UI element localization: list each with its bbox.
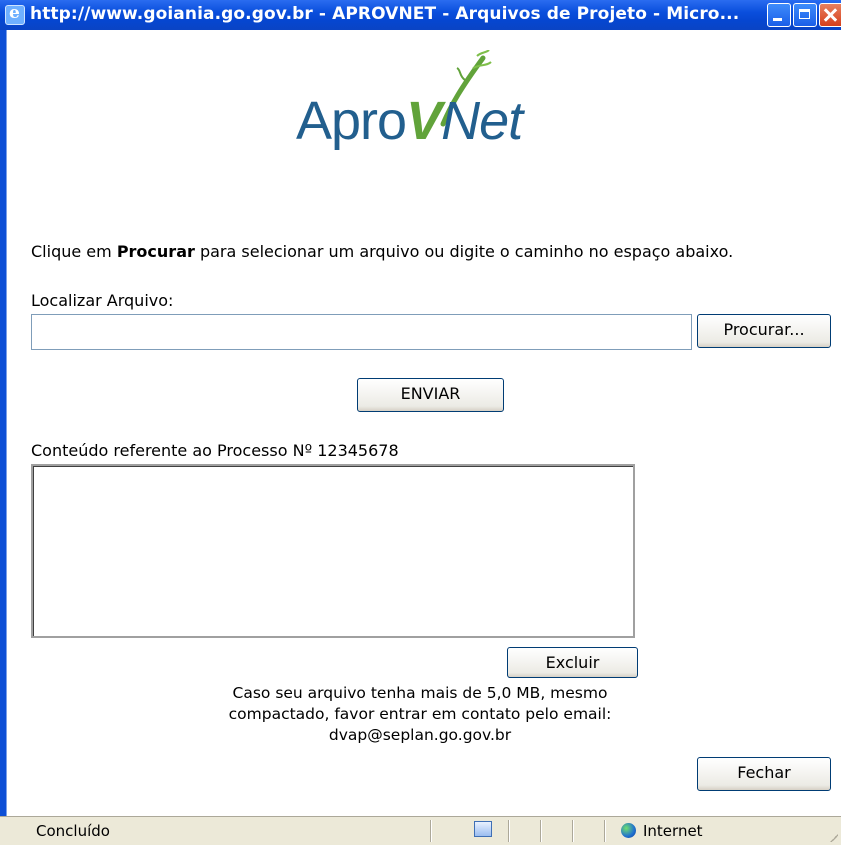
status-bar: Concluído Internet xyxy=(0,816,841,845)
title-bar[interactable]: http://www.goiania.go.gov.br - APROVNET … xyxy=(0,0,841,30)
contact-email: dvap@seplan.go.gov.br xyxy=(328,726,512,744)
status-separator xyxy=(540,820,541,842)
aprovnet-logo: AproVNet xyxy=(296,90,523,152)
process-label-text: Conteúdo referente ao Processo Nº xyxy=(31,441,318,460)
security-zone-text: Internet xyxy=(643,822,703,840)
maximize-icon[interactable] xyxy=(793,3,817,27)
internet-explorer-icon xyxy=(5,3,25,25)
logo-text-net: Net xyxy=(441,91,523,151)
status-text: Concluído xyxy=(36,822,110,840)
size-limit-note: Caso seu arquivo tenha mais de 5,0 MB, m… xyxy=(160,683,680,746)
process-content-label: Conteúdo referente ao Processo Nº 123456… xyxy=(31,441,399,460)
browser-popup-window: http://www.goiania.go.gov.br - APROVNET … xyxy=(0,0,841,845)
resize-grip-icon[interactable] xyxy=(828,832,838,842)
note-line-2: compactado, favor entrar em contato pelo… xyxy=(228,705,612,723)
logo-text-apro: Apro xyxy=(296,91,407,151)
instructions-prefix: Clique em xyxy=(31,242,117,261)
globe-icon xyxy=(621,823,636,838)
logo-text-v: V xyxy=(406,91,442,151)
status-separator xyxy=(430,820,431,842)
note-line-1: Caso seu arquivo tenha mais de 5,0 MB, m… xyxy=(232,684,608,702)
file-field-label: Localizar Arquivo: xyxy=(31,291,174,310)
delete-button[interactable]: Excluir xyxy=(507,647,638,678)
status-separator xyxy=(572,820,573,842)
instructions-bold: Procurar xyxy=(116,242,195,261)
status-separator xyxy=(508,820,509,842)
close-button[interactable]: Fechar xyxy=(697,757,831,791)
process-files-listbox[interactable] xyxy=(31,464,635,638)
send-button[interactable]: ENVIAR xyxy=(357,378,504,412)
process-number: 12345678 xyxy=(317,441,399,460)
page-icon xyxy=(474,821,492,837)
minimize-icon[interactable] xyxy=(767,3,791,27)
instructions-text: Clique em Procurar para selecionar um ar… xyxy=(31,242,733,261)
browse-button[interactable]: Procurar... xyxy=(697,314,831,348)
window-title: http://www.goiania.go.gov.br - APROVNET … xyxy=(30,4,740,24)
window-left-border xyxy=(0,30,7,816)
close-icon[interactable] xyxy=(819,3,841,27)
file-path-input[interactable] xyxy=(31,314,692,350)
instructions-suffix: para selecionar um arquivo ou digite o c… xyxy=(194,242,734,261)
status-separator xyxy=(604,820,605,842)
